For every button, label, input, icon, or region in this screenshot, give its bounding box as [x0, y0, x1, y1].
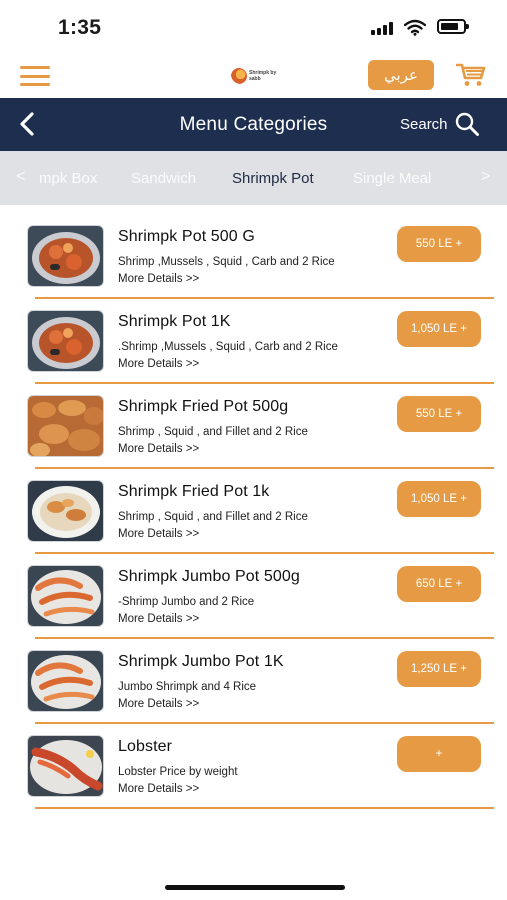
- tabs-prev-arrow-icon[interactable]: <: [16, 168, 25, 186]
- item-name: Shrimpk Pot 500 G: [118, 228, 255, 245]
- brand-logo: Shrimpk by sabb: [231, 58, 283, 94]
- status-time: 1:35: [58, 16, 102, 39]
- item-description: -Shrimp Jumbo and 2 Rice: [118, 596, 255, 608]
- logo-mark-icon: [231, 68, 247, 84]
- home-indicator[interactable]: [165, 885, 345, 890]
- tab-sandwich[interactable]: Sandwich: [131, 170, 196, 187]
- jumbo-shrimp-image: [27, 565, 104, 627]
- hamburger-menu-icon[interactable]: [20, 66, 50, 86]
- item-description: Shrimp ,Mussels , Squid , Carb and 2 Ric…: [118, 256, 335, 268]
- status-bar: 1:35: [0, 0, 507, 52]
- more-details-link[interactable]: More Details >>: [118, 528, 199, 540]
- list-item[interactable]: Shrimpk Pot 500 G Shrimp ,Mussels , Squi…: [0, 205, 507, 299]
- more-details-link[interactable]: More Details >>: [118, 783, 199, 795]
- search-label: Search: [400, 115, 448, 133]
- list-item[interactable]: Shrimpk Jumbo Pot 500g -Shrimp Jumbo and…: [0, 545, 507, 639]
- item-name: Shrimpk Fried Pot 1k: [118, 483, 270, 500]
- logo-text: Shrimpk by sabb: [249, 70, 277, 82]
- item-description: .Shrimp ,Mussels , Squid , Carb and 2 Ri…: [118, 341, 338, 353]
- tabs-next-arrow-icon[interactable]: >: [481, 168, 490, 186]
- item-name: Lobster: [118, 738, 173, 755]
- wifi-icon: [404, 19, 426, 36]
- item-description: Jumbo Shrimpk and 4 Rice: [118, 681, 257, 693]
- page-header: Menu Categories Search: [0, 98, 507, 151]
- item-name: Shrimpk Jumbo Pot 1K: [118, 653, 284, 670]
- cart-icon[interactable]: [456, 62, 486, 88]
- signal-icon: [371, 22, 393, 35]
- tab-shrimpk-box[interactable]: mpk Box: [39, 170, 97, 187]
- seafood-pot-image: [27, 310, 104, 372]
- item-name: Shrimpk Pot 1K: [118, 313, 231, 330]
- add-to-cart-button[interactable]: 1,050 LE +: [397, 481, 481, 517]
- list-item[interactable]: Shrimpk Fried Pot 1k Shrimp , Squid , an…: [0, 460, 507, 554]
- more-details-link[interactable]: More Details >>: [118, 358, 199, 370]
- list-item[interactable]: Shrimpk Fried Pot 500g Shrimp , Squid , …: [0, 375, 507, 469]
- search-icon: [455, 112, 479, 136]
- list-item[interactable]: Shrimpk Jumbo Pot 1K Jumbo Shrimpk and 4…: [0, 630, 507, 724]
- add-to-cart-button[interactable]: +: [397, 736, 481, 772]
- jumbo-shrimp-image: [27, 650, 104, 712]
- lobster-image: [27, 735, 104, 797]
- category-tabs: < mpk Box Sandwich Shrimpk Pot Single Me…: [0, 151, 507, 205]
- more-details-link[interactable]: More Details >>: [118, 443, 199, 455]
- tab-single-meal[interactable]: Single Meal: [353, 170, 431, 187]
- item-description: Shrimp , Squid , and Fillet and 2 Rice: [118, 511, 308, 523]
- language-button[interactable]: عربي: [368, 60, 434, 90]
- search-button[interactable]: Search: [400, 110, 480, 138]
- list-item[interactable]: Shrimpk Pot 1K .Shrimp ,Mussels , Squid …: [0, 290, 507, 384]
- add-to-cart-button[interactable]: 550 LE +: [397, 226, 481, 262]
- more-details-link[interactable]: More Details >>: [118, 273, 199, 285]
- tab-shrimpk-pot[interactable]: Shrimpk Pot: [232, 170, 314, 187]
- seafood-pot-image: [27, 225, 104, 287]
- divider: [35, 807, 494, 809]
- item-description: Shrimp , Squid , and Fillet and 2 Rice: [118, 426, 308, 438]
- item-name: Shrimpk Jumbo Pot 500g: [118, 568, 300, 585]
- more-details-link[interactable]: More Details >>: [118, 613, 199, 625]
- battery-icon: [437, 19, 469, 34]
- add-to-cart-button[interactable]: 650 LE +: [397, 566, 481, 602]
- more-details-link[interactable]: More Details >>: [118, 698, 199, 710]
- item-name: Shrimpk Fried Pot 500g: [118, 398, 289, 415]
- fried-plate-image: [27, 480, 104, 542]
- add-to-cart-button[interactable]: 1,050 LE +: [397, 311, 481, 347]
- add-to-cart-button[interactable]: 550 LE +: [397, 396, 481, 432]
- item-description: Lobster Price by weight: [118, 766, 238, 778]
- add-to-cart-button[interactable]: 1,250 LE +: [397, 651, 481, 687]
- fried-shrimp-image: [27, 395, 104, 457]
- list-item[interactable]: Lobster Lobster Price by weight More Det…: [0, 715, 507, 809]
